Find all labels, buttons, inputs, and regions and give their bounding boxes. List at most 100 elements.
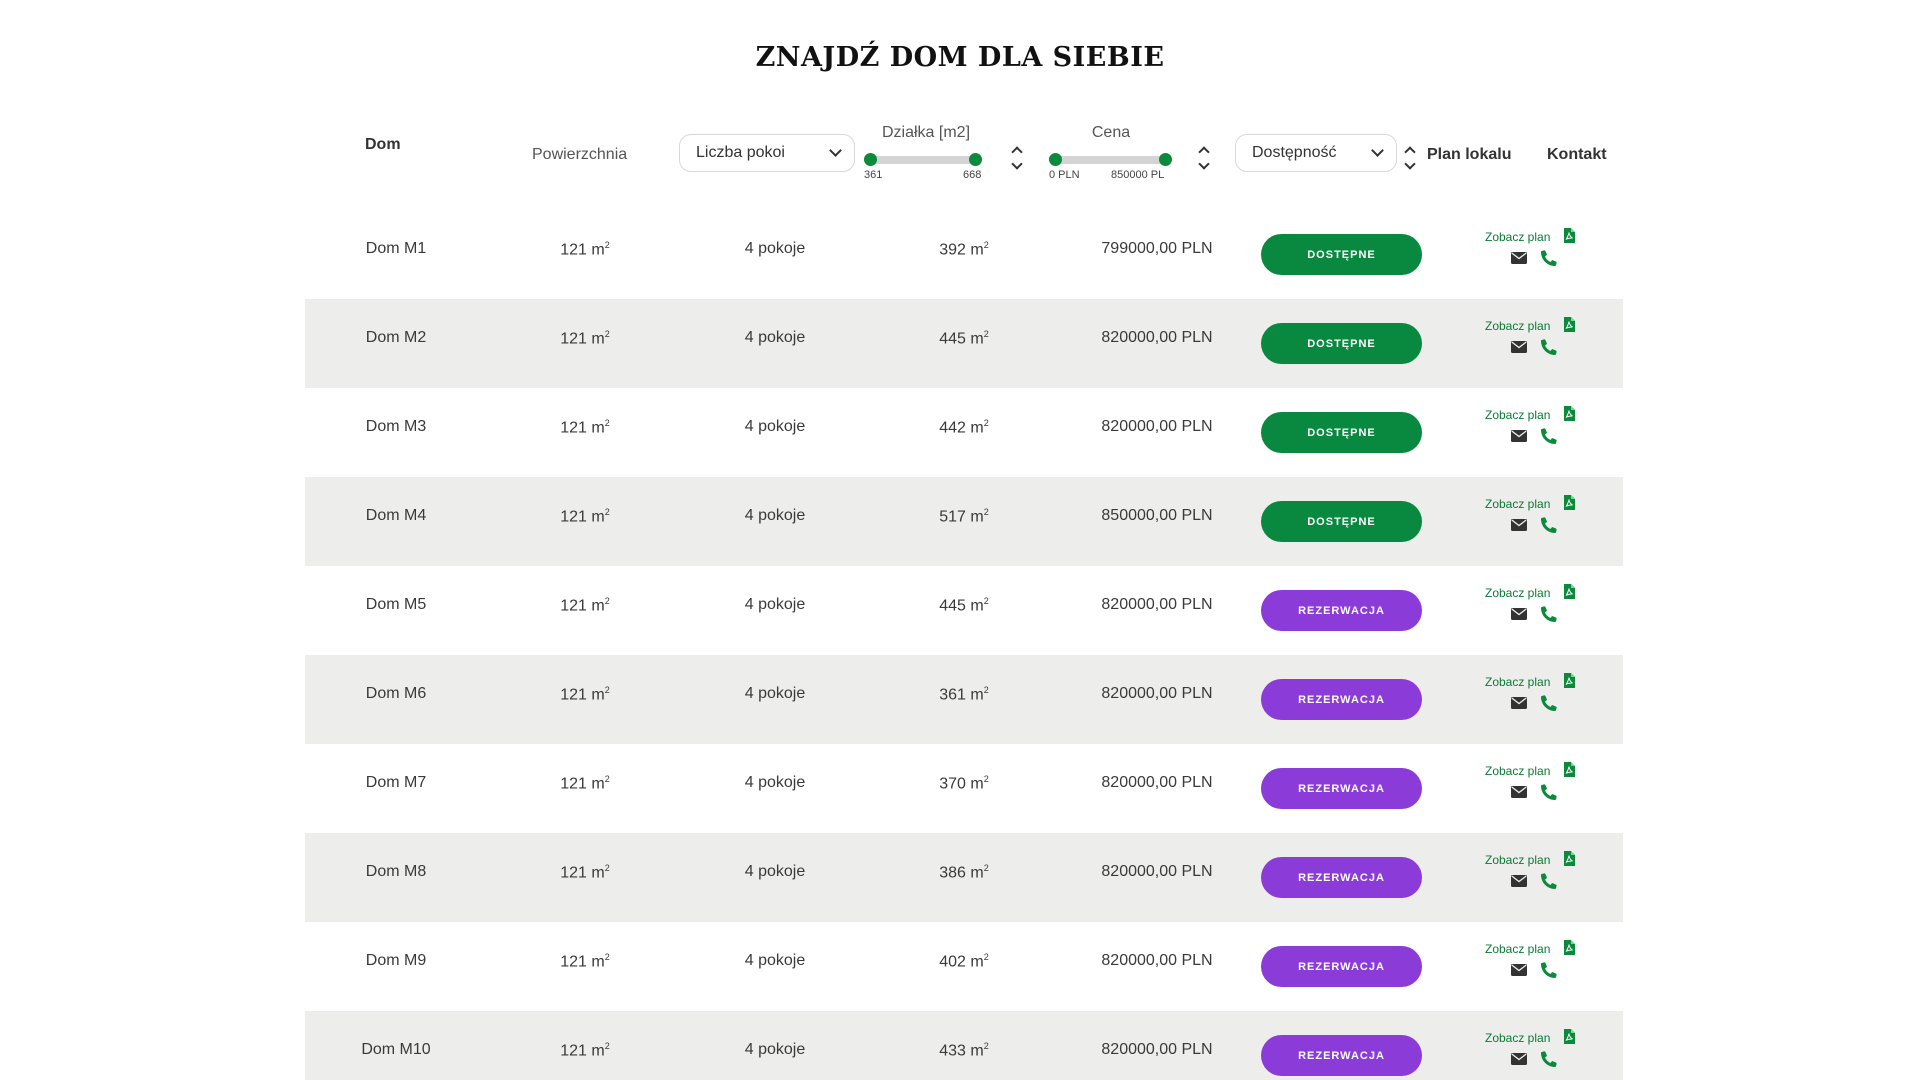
mail-icon[interactable]: [1511, 252, 1527, 264]
house-name: Dom M9: [365, 952, 427, 969]
column-header-dom: Dom: [365, 136, 401, 153]
mail-icon[interactable]: [1511, 430, 1527, 442]
mail-icon[interactable]: [1511, 964, 1527, 976]
see-plan-link[interactable]: Zobacz plan: [1485, 853, 1550, 867]
square-superscript: 2: [604, 418, 610, 428]
phone-icon[interactable]: [1541, 962, 1557, 978]
square-superscript: 2: [983, 596, 989, 606]
table-row: Dom M3 121 m2 4 pokoje 442 m2 820000,00 …: [305, 388, 1623, 477]
see-plan-link[interactable]: Zobacz plan: [1485, 497, 1550, 511]
phone-icon[interactable]: [1541, 517, 1557, 533]
house-area: 121 m2: [504, 329, 666, 348]
see-plan-link[interactable]: Zobacz plan: [1485, 230, 1550, 244]
pdf-icon[interactable]: [1563, 406, 1575, 421]
pdf-icon[interactable]: [1563, 1029, 1575, 1044]
rooms-select[interactable]: Liczba pokoi: [679, 134, 855, 172]
house-name: Dom M4: [365, 507, 427, 524]
house-rooms: 4 pokoje: [744, 1041, 806, 1058]
house-area-value: 121 m: [560, 330, 605, 348]
plot-range-max-handle[interactable]: [969, 153, 982, 166]
page: ZNAJDŹ DOM DLA SIEBIE Dom Powierzchnia L…: [0, 0, 1920, 1080]
price-range-track[interactable]: [1049, 156, 1163, 164]
status-badge[interactable]: REZERWACJA: [1261, 857, 1422, 898]
see-plan-link[interactable]: Zobacz plan: [1485, 675, 1550, 689]
price-range-min-handle[interactable]: [1049, 153, 1062, 166]
house-name: Dom M5: [365, 596, 427, 613]
price-range-min-value: 0 PLN: [1049, 169, 1080, 181]
see-plan-link[interactable]: Zobacz plan: [1485, 586, 1550, 600]
phone-icon[interactable]: [1541, 695, 1557, 711]
phone-icon[interactable]: [1541, 784, 1557, 800]
pdf-icon[interactable]: [1563, 673, 1575, 688]
pdf-icon[interactable]: [1563, 495, 1575, 510]
mail-icon[interactable]: [1511, 608, 1527, 620]
plot-sort-toggle[interactable]: [1011, 144, 1023, 174]
see-plan-link[interactable]: Zobacz plan: [1485, 1031, 1550, 1045]
price-range-max-handle[interactable]: [1159, 153, 1172, 166]
house-area-value: 121 m: [560, 864, 605, 882]
mail-icon[interactable]: [1511, 1053, 1527, 1065]
square-superscript: 2: [604, 1041, 610, 1051]
status-badge[interactable]: REZERWACJA: [1261, 1035, 1422, 1076]
square-superscript: 2: [604, 596, 610, 606]
square-superscript: 2: [983, 329, 989, 339]
see-plan-link[interactable]: Zobacz plan: [1485, 764, 1550, 778]
house-plot-value: 361 m: [939, 686, 984, 704]
table-row: Dom M5 121 m2 4 pokoje 445 m2 820000,00 …: [305, 566, 1623, 655]
pdf-icon[interactable]: [1563, 584, 1575, 599]
phone-icon[interactable]: [1541, 606, 1557, 622]
see-plan-link[interactable]: Zobacz plan: [1485, 319, 1550, 333]
mail-icon[interactable]: [1511, 875, 1527, 887]
house-price: 820000,00 PLN: [1101, 774, 1213, 791]
house-plot-value: 517 m: [939, 508, 984, 526]
pdf-icon[interactable]: [1563, 851, 1575, 866]
pdf-icon[interactable]: [1563, 228, 1575, 243]
phone-icon[interactable]: [1541, 339, 1557, 355]
see-plan-link[interactable]: Zobacz plan: [1485, 942, 1550, 956]
mail-icon[interactable]: [1511, 786, 1527, 798]
phone-icon[interactable]: [1541, 873, 1557, 889]
price-sort-toggle[interactable]: [1198, 144, 1210, 174]
status-badge[interactable]: DOSTĘPNE: [1261, 501, 1422, 542]
house-rooms: 4 pokoje: [744, 240, 806, 257]
status-badge[interactable]: REZERWACJA: [1261, 679, 1422, 720]
plot-range-min-handle[interactable]: [864, 153, 877, 166]
plot-range-min-value: 361: [864, 169, 883, 181]
pdf-icon[interactable]: [1563, 940, 1575, 955]
phone-icon[interactable]: [1541, 1051, 1557, 1067]
chevron-down-icon: [829, 144, 842, 157]
mail-icon[interactable]: [1511, 519, 1527, 531]
house-area: 121 m2: [504, 952, 666, 971]
house-price: 820000,00 PLN: [1101, 863, 1213, 880]
phone-icon[interactable]: [1541, 250, 1557, 266]
status-badge[interactable]: DOSTĘPNE: [1261, 323, 1422, 364]
house-rooms: 4 pokoje: [744, 685, 806, 702]
pdf-icon[interactable]: [1563, 762, 1575, 777]
square-superscript: 2: [604, 685, 610, 695]
status-badge[interactable]: DOSTĘPNE: [1261, 412, 1422, 453]
status-badge[interactable]: DOSTĘPNE: [1261, 234, 1422, 275]
availability-select[interactable]: Dostępność: [1235, 134, 1397, 172]
square-superscript: 2: [604, 507, 610, 517]
house-plot: 442 m2: [883, 418, 1045, 437]
pdf-icon[interactable]: [1563, 317, 1575, 332]
square-superscript: 2: [983, 418, 989, 428]
table-row: Dom M9 121 m2 4 pokoje 402 m2 820000,00 …: [305, 922, 1623, 1011]
house-price: 820000,00 PLN: [1101, 596, 1213, 613]
house-plot: 386 m2: [883, 863, 1045, 882]
column-header-area: Powierzchnia: [532, 146, 628, 163]
phone-icon[interactable]: [1541, 428, 1557, 444]
see-plan-link[interactable]: Zobacz plan: [1485, 408, 1550, 422]
house-plot-value: 445 m: [939, 330, 984, 348]
plot-range-track[interactable]: [864, 156, 978, 164]
status-badge[interactable]: REZERWACJA: [1261, 590, 1422, 631]
house-plot-value: 370 m: [939, 775, 984, 793]
house-name: Dom M8: [365, 863, 427, 880]
availability-sort-toggle[interactable]: [1404, 144, 1416, 174]
status-badge[interactable]: REZERWACJA: [1261, 768, 1422, 809]
mail-icon[interactable]: [1511, 697, 1527, 709]
status-badge[interactable]: REZERWACJA: [1261, 946, 1422, 987]
house-rooms: 4 pokoje: [744, 863, 806, 880]
square-superscript: 2: [983, 685, 989, 695]
mail-icon[interactable]: [1511, 341, 1527, 353]
